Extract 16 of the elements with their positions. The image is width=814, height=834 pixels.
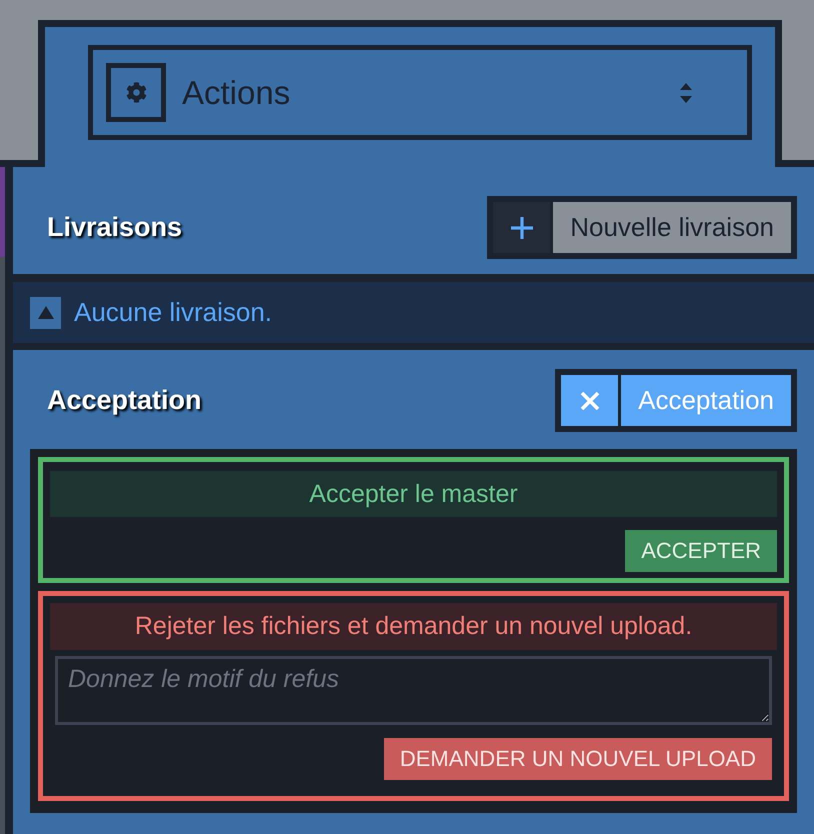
empty-message: Aucune livraison.	[74, 297, 272, 328]
toggle-button[interactable]: Acceptation	[555, 369, 797, 432]
reject-banner: Rejeter les fichiers et demander un nouvel upload.	[50, 603, 777, 650]
gear-icon	[106, 63, 166, 122]
reason-field[interactable]: Donnez le motif du refus	[55, 656, 772, 725]
request-upload-button[interactable]: DEMANDER UN NOUVEL UPLOAD	[384, 738, 772, 780]
plus-icon	[493, 202, 550, 253]
toggle-button[interactable]: Nouvelle livraison	[487, 196, 797, 259]
accept-banner: Accepter le master	[50, 471, 777, 517]
action-select[interactable]: Actions	[88, 45, 752, 140]
triangle-up-icon[interactable]	[30, 296, 61, 328]
sort-arrows-icon	[680, 82, 692, 102]
section-title: Acceptation	[47, 385, 202, 416]
accept-button[interactable]: ACCEPTER	[625, 530, 777, 572]
close-icon	[561, 375, 618, 426]
section-title: Livraisons	[47, 212, 182, 243]
